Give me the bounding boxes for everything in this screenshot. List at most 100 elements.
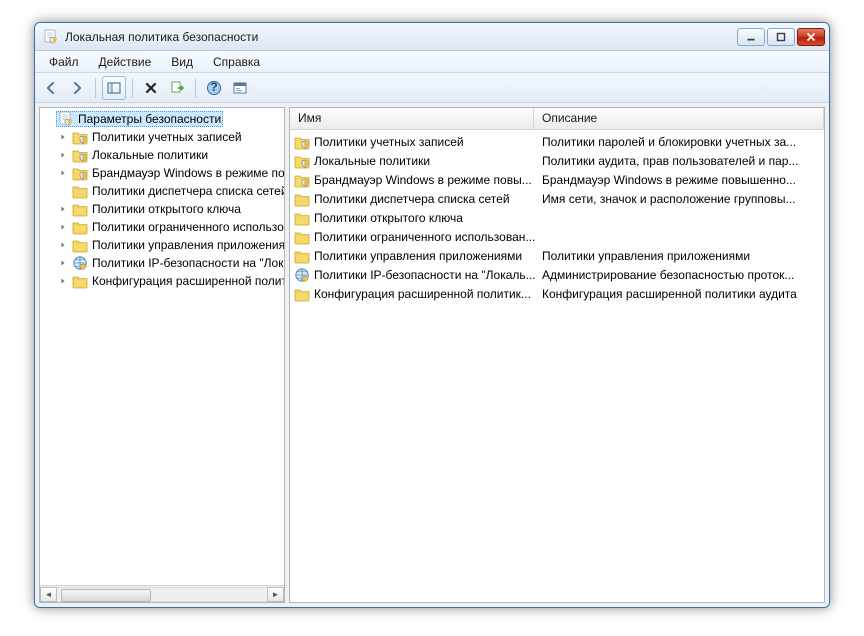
expander-icon[interactable] (56, 220, 70, 234)
list-cell-name: Политики ограниченного использован... (314, 230, 535, 244)
globe-icon (294, 267, 310, 283)
list-cell-desc: Политики управления приложениями (542, 249, 824, 263)
tree-item[interactable]: Конфигурация расширенной полит (40, 272, 284, 290)
folder-icon (294, 210, 310, 226)
folder-icon (72, 219, 88, 235)
toolbar-separator (95, 78, 96, 98)
list-row[interactable]: Локальные политики Политики аудита, прав … (290, 151, 824, 170)
list-row[interactable]: Политики управления приложениями Политики… (290, 246, 824, 265)
list-row[interactable]: Политики ограниченного использован... (290, 227, 824, 246)
list-cell-desc: Конфигурация расширенной политики аудита (542, 287, 824, 301)
shield-folder-icon (294, 172, 310, 188)
scroll-right-button[interactable]: ► (267, 587, 284, 602)
tree-item-label: Политики учетных записей (92, 130, 242, 144)
nav-forward-button[interactable] (65, 76, 89, 100)
shield-folder-icon (72, 129, 88, 145)
list-cell-name: Брандмауэр Windows в режиме повы... (314, 173, 532, 187)
properties-button[interactable] (228, 76, 252, 100)
list-body[interactable]: Политики учетных записей Политики паролей… (290, 130, 824, 602)
app-icon (43, 29, 59, 45)
maximize-button[interactable] (767, 28, 795, 46)
toolbar-separator (195, 78, 196, 98)
toolbar-separator (132, 78, 133, 98)
nav-back-button[interactable] (39, 76, 63, 100)
list-cell-name: Политики учетных записей (314, 135, 464, 149)
folder-icon (294, 248, 310, 264)
menu-help[interactable]: Справка (203, 52, 270, 72)
expander-icon[interactable] (56, 202, 70, 216)
column-header-desc[interactable]: Описание (534, 108, 824, 129)
folder-icon (72, 237, 88, 253)
expander-icon[interactable] (56, 166, 70, 180)
shield-doc-icon (58, 111, 74, 127)
expander-icon[interactable] (56, 256, 70, 270)
list-row[interactable]: Политики диспетчера списка сетейИмя сети… (290, 189, 824, 208)
menu-view[interactable]: Вид (161, 52, 203, 72)
folder-icon (294, 229, 310, 245)
list-panel: Имя Описание Политики учетных записейПол… (289, 107, 825, 603)
list-header: Имя Описание (290, 108, 824, 130)
tree-item[interactable]: Брандмауэр Windows в режиме пов (40, 164, 284, 182)
list-row[interactable]: Политики открытого ключа (290, 208, 824, 227)
tree-item-label: Локальные политики (92, 148, 208, 162)
export-button[interactable] (165, 76, 189, 100)
expander-icon[interactable] (56, 130, 70, 144)
content-area: Параметры безопасности Политики учетных … (35, 103, 829, 607)
expander-icon[interactable] (56, 238, 70, 252)
expander-icon[interactable] (56, 274, 70, 288)
list-cell-name: Политики диспетчера списка сетей (314, 192, 510, 206)
tree[interactable]: Параметры безопасности Политики учетных … (40, 108, 284, 585)
tree-panel: Параметры безопасности Политики учетных … (39, 107, 285, 603)
tree-item[interactable]: Политики управления приложения (40, 236, 284, 254)
window-controls (737, 28, 825, 46)
tree-hscrollbar[interactable]: ◄ ► (40, 585, 284, 602)
scroll-left-button[interactable]: ◄ (40, 587, 57, 602)
folder-icon (72, 201, 88, 217)
list-cell-desc: Политики аудита, прав пользователей и па… (542, 154, 824, 168)
tree-item-label: Политики IP-безопасности на "Лока (92, 256, 284, 270)
minimize-button[interactable] (737, 28, 765, 46)
tree-item[interactable]: Политики ограниченного использо (40, 218, 284, 236)
help-button[interactable] (202, 76, 226, 100)
tree-item[interactable]: Политики открытого ключа (40, 200, 284, 218)
list-cell-desc: Брандмауэр Windows в режиме повышенно... (542, 173, 824, 187)
tree-item[interactable]: Политики IP-безопасности на "Лока (40, 254, 284, 272)
list-cell-name: Конфигурация расширенной политик... (314, 287, 531, 301)
tree-item-label: Политики диспетчера списка сетей (92, 184, 284, 198)
show-tree-button[interactable] (102, 76, 126, 100)
list-row[interactable]: Брандмауэр Windows в режиме повы... Бранд… (290, 170, 824, 189)
tree-item-label: Брандмауэр Windows в режиме пов (92, 166, 284, 180)
tree-item-label: Политики ограниченного использо (92, 220, 284, 234)
delete-button[interactable] (139, 76, 163, 100)
list-cell-name: Политики IP-безопасности на "Локаль... (314, 268, 536, 282)
menu-file[interactable]: Файл (39, 52, 89, 72)
folder-icon (72, 183, 88, 199)
list-cell-name: Политики управления приложениями (314, 249, 522, 263)
list-row[interactable]: Конфигурация расширенной политик... Конфи… (290, 284, 824, 303)
scroll-track[interactable] (57, 587, 267, 602)
tree-item-label: Конфигурация расширенной полит (92, 274, 284, 288)
titlebar[interactable]: Локальная политика безопасности (35, 23, 829, 51)
expander-icon[interactable] (56, 148, 70, 162)
shield-folder-icon (72, 165, 88, 181)
tree-item[interactable]: Политики учетных записей (40, 128, 284, 146)
menu-action[interactable]: Действие (89, 52, 162, 72)
column-header-name[interactable]: Имя (290, 108, 534, 129)
window: Локальная политика безопасности Файл Дей… (34, 22, 830, 608)
tree-item[interactable]: Политики диспетчера списка сетей (40, 182, 284, 200)
folder-icon (72, 273, 88, 289)
globe-icon (72, 255, 88, 271)
window-title: Локальная политика безопасности (65, 30, 737, 44)
list-row[interactable]: Политики IP-безопасности на "Локаль...Ад… (290, 265, 824, 284)
list-cell-desc: Политики паролей и блокировки учетных за… (542, 135, 824, 149)
tree-item[interactable]: Локальные политики (40, 146, 284, 164)
close-button[interactable] (797, 28, 825, 46)
tree-item-label: Политики управления приложения (92, 238, 284, 252)
shield-folder-icon (294, 153, 310, 169)
list-cell-name: Локальные политики (314, 154, 430, 168)
tree-root[interactable]: Параметры безопасности (40, 110, 284, 128)
shield-folder-icon (72, 147, 88, 163)
shield-folder-icon (294, 134, 310, 150)
list-row[interactable]: Политики учетных записей Политики паролей… (290, 132, 824, 151)
scroll-thumb[interactable] (61, 589, 151, 602)
